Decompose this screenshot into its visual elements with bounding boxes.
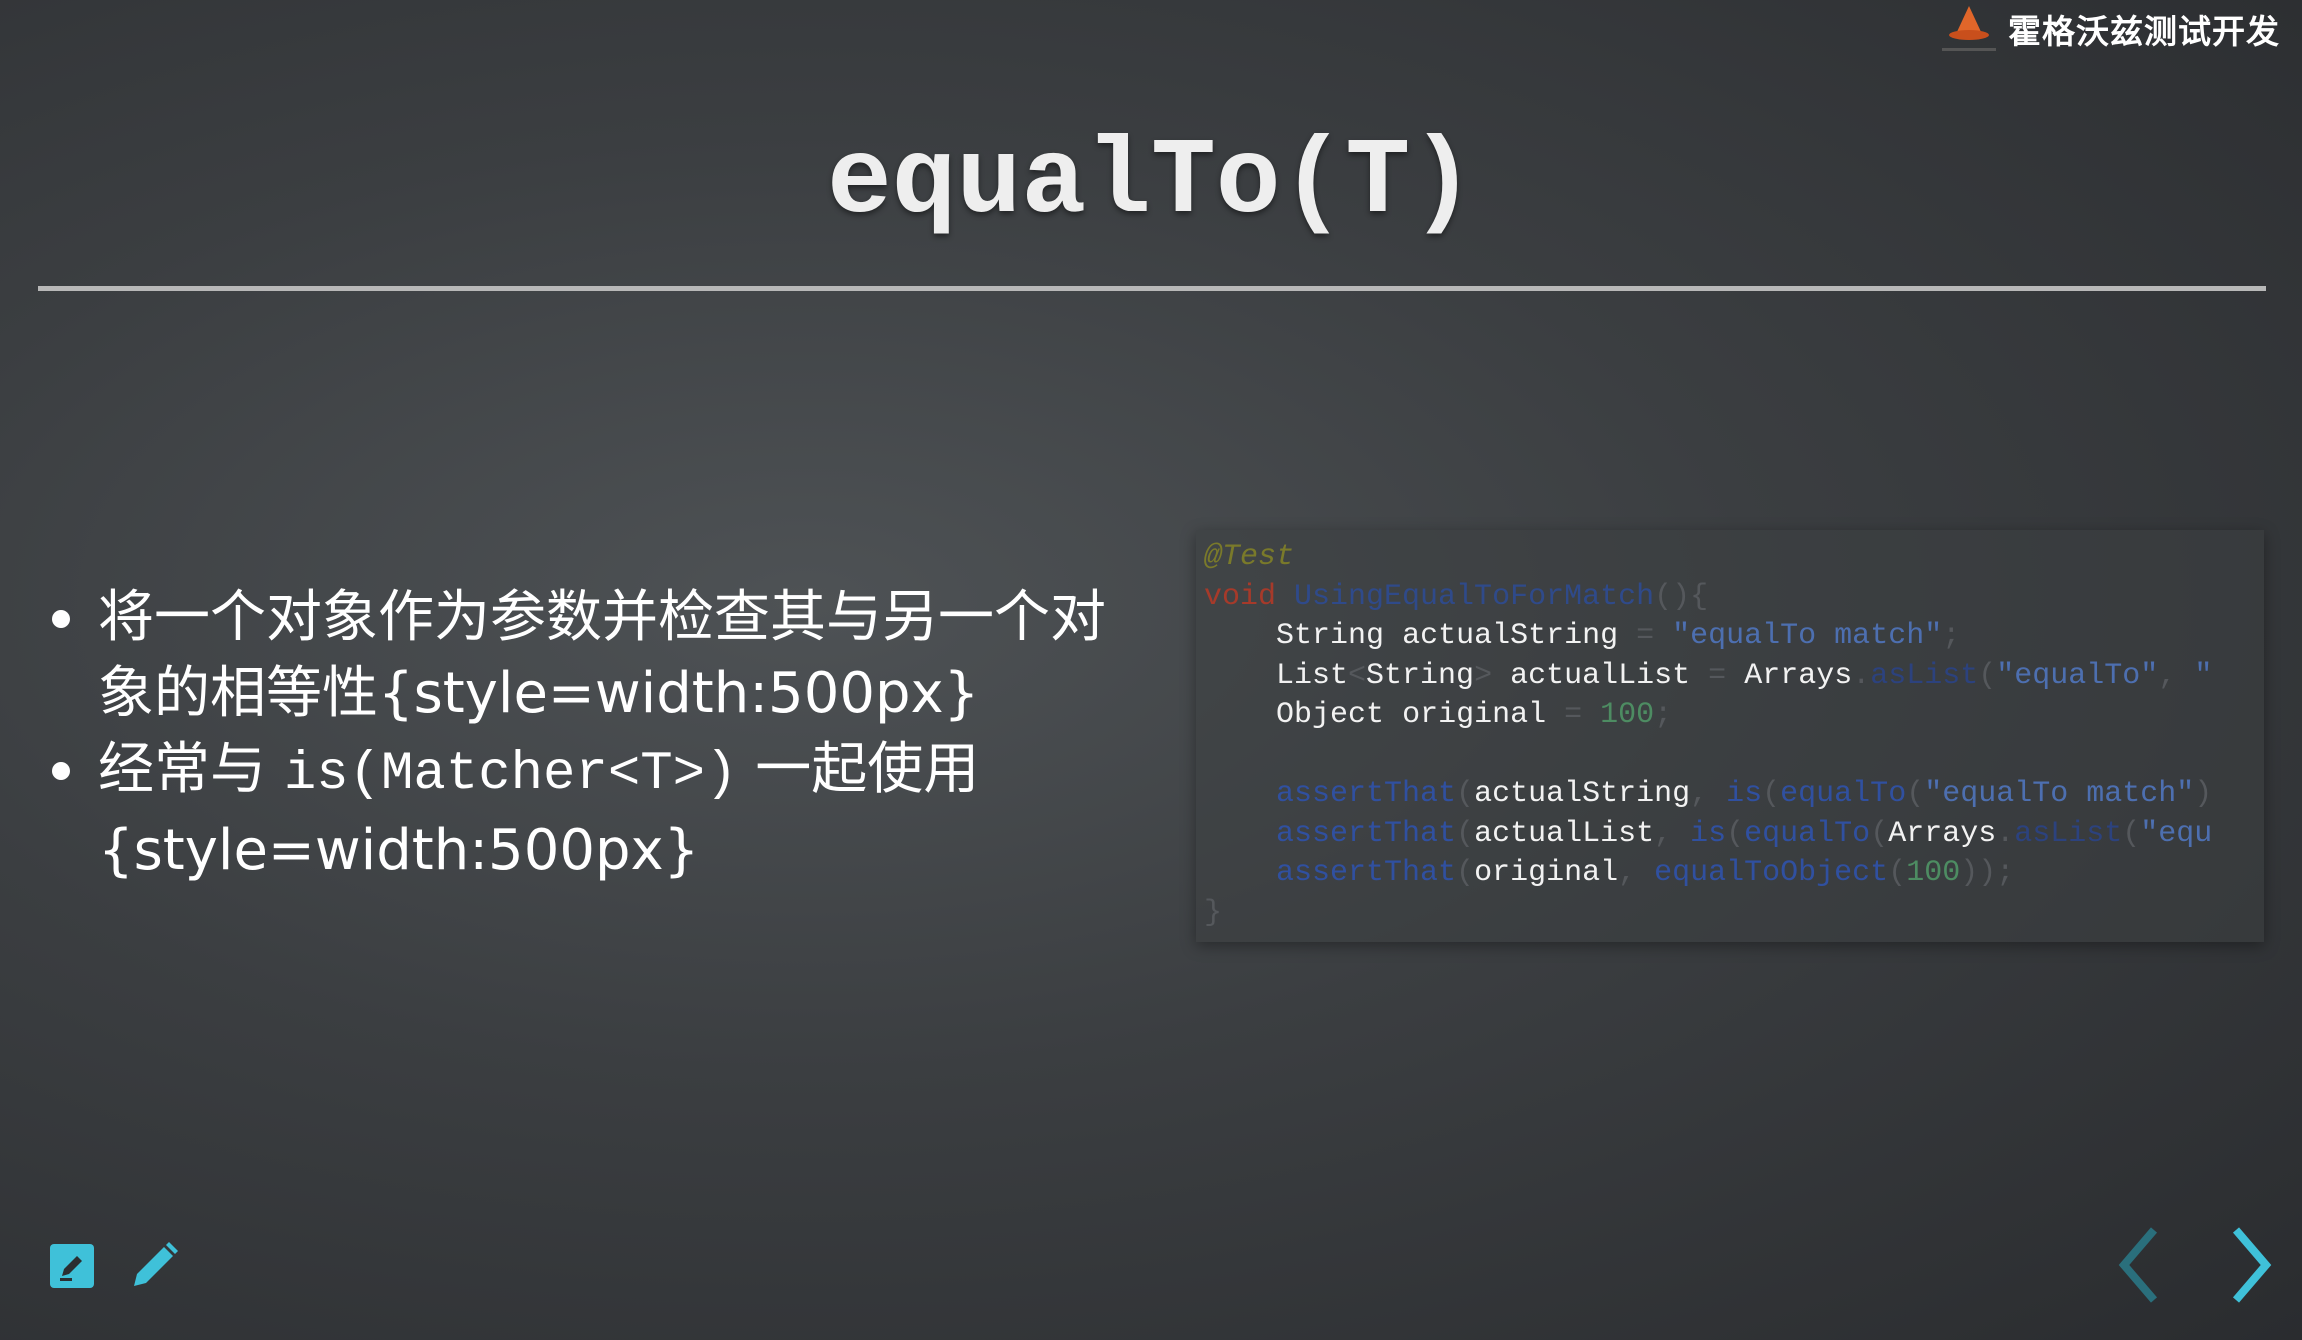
code-block: @Test void UsingEqualToForMatch(){ String… [1196, 530, 2264, 933]
slide-title: equalTo(T) [826, 122, 1476, 244]
inline-code: is(Matcher<T>) [283, 744, 738, 805]
code-line: Object original = 100; [1276, 698, 1673, 732]
code-line: List<String> actualList = Arrays.asList(… [1276, 658, 2213, 693]
pencil-icon[interactable] [126, 1238, 182, 1294]
code-snippet-panel: @Test void UsingEqualToForMatch(){ String… [1196, 530, 2264, 942]
chevron-left-icon [2118, 1227, 2158, 1303]
code-line: assertThat(original, equalToObject(100))… [1276, 856, 2015, 890]
edit-note-icon[interactable] [44, 1238, 100, 1294]
code-line: } [1204, 895, 1223, 930]
prev-slide-button[interactable] [2110, 1222, 2170, 1308]
bullet-item: 经常与 is(Matcher<T>) 一起使用{style=width:500p… [48, 732, 1158, 889]
brand-logo-block: 霍格沃兹测试开发 [1936, 4, 2280, 54]
brand-name: 霍格沃兹测试开发 [2008, 12, 2280, 51]
code-line: assertThat(actualList, is(equalTo(Arrays… [1276, 816, 2213, 851]
bullet-item: 将一个对象作为参数并检查其与另一个对象的相等性{style=width:500p… [48, 580, 1158, 732]
title-divider [38, 286, 2266, 291]
code-line: String actualString = "equalTo match"; [1276, 619, 1961, 653]
bullet-dot [52, 610, 70, 628]
code-line: void UsingEqualToForMatch(){ [1204, 579, 1709, 614]
bullet-text-prefix: 经常与 [98, 737, 284, 802]
code-line: @Test [1204, 540, 1295, 574]
code-line: assertThat(actualString, is(equalTo("equ… [1276, 777, 2213, 811]
bullet-dot [52, 762, 70, 780]
bullet-list: 将一个对象作为参数并检查其与另一个对象的相等性{style=width:500p… [48, 580, 1158, 889]
bullet-text: 将一个对象作为参数并检查其与另一个对象的相等性{style=width:500p… [98, 585, 1106, 726]
next-slide-button[interactable] [2220, 1222, 2280, 1308]
chevron-right-icon [2232, 1227, 2272, 1303]
wizard-hat-logo-icon [1936, 4, 2002, 54]
